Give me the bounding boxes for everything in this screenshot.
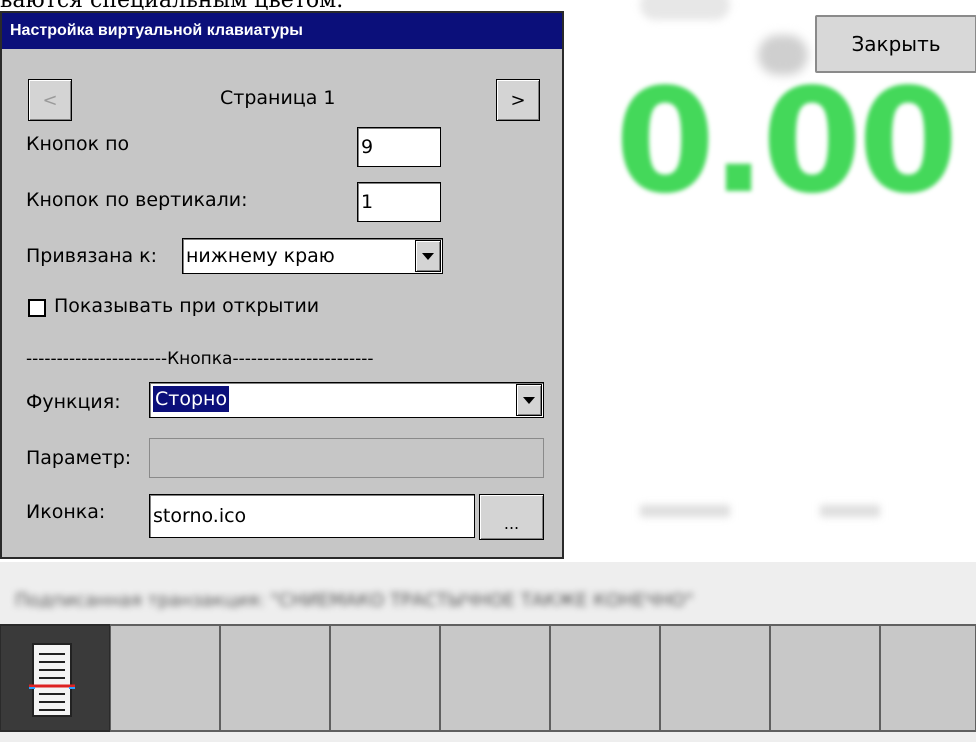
anchor-label: Привязана к: bbox=[26, 245, 158, 267]
browse-button[interactable]: ... bbox=[479, 494, 544, 540]
keyboard-settings-dialog: Настройка виртуальной клавиатуры < Стран… bbox=[0, 11, 564, 559]
keyboard-key[interactable] bbox=[550, 624, 660, 732]
buttons-vertical-label: Кнопок по вертикали: bbox=[26, 189, 248, 211]
keyboard-key-storno[interactable] bbox=[0, 624, 110, 732]
keyboard-key[interactable] bbox=[110, 624, 220, 732]
function-select-value: Сторно bbox=[153, 386, 230, 412]
buttons-per-row-label: Кнопок по bbox=[26, 133, 130, 155]
parameter-label: Параметр: bbox=[26, 447, 132, 469]
anchor-select[interactable]: нижнему краю bbox=[182, 238, 443, 274]
buttons-vertical-input[interactable]: 1 bbox=[357, 182, 441, 222]
anchor-select-value: нижнему краю bbox=[186, 245, 335, 267]
total-amount-display: 0.00 bbox=[615, 66, 958, 216]
icon-file-input[interactable]: storno.ico bbox=[149, 494, 475, 538]
document-icon bbox=[29, 643, 75, 717]
close-button[interactable]: Закрыть bbox=[815, 15, 976, 73]
blurred-element bbox=[640, 0, 730, 20]
dialog-title: Настройка виртуальной клавиатуры bbox=[2, 13, 562, 49]
next-page-button[interactable]: > bbox=[496, 79, 540, 121]
blurred-element bbox=[820, 505, 880, 517]
show-on-open-checkbox[interactable] bbox=[28, 299, 46, 317]
keyboard-key[interactable] bbox=[220, 624, 330, 732]
prev-page-button[interactable]: < bbox=[28, 79, 72, 121]
blurred-element bbox=[640, 505, 730, 517]
function-select[interactable]: Сторно bbox=[149, 382, 544, 418]
function-label: Функция: bbox=[26, 391, 121, 413]
button-section-divider: -----------------------Кнопка-----------… bbox=[26, 349, 374, 369]
parameter-input[interactable] bbox=[149, 438, 544, 478]
buttons-per-row-input[interactable]: 9 bbox=[357, 127, 441, 167]
icon-label: Иконка: bbox=[26, 501, 106, 523]
keyboard-key[interactable] bbox=[440, 624, 550, 732]
keyboard-key[interactable] bbox=[880, 624, 976, 732]
keyboard-key[interactable] bbox=[330, 624, 440, 732]
status-text: Подписанная транзакция: "СНИЕМАКО ТРАСТЫ… bbox=[15, 590, 694, 611]
keyboard-key[interactable] bbox=[660, 624, 770, 732]
keyboard-key[interactable] bbox=[770, 624, 880, 732]
chevron-down-icon[interactable] bbox=[415, 240, 441, 272]
virtual-keyboard bbox=[0, 624, 976, 732]
chevron-down-icon[interactable] bbox=[516, 384, 542, 416]
show-on-open-label: Показывать при открытии bbox=[54, 295, 320, 317]
page-indicator: Страница 1 bbox=[220, 87, 336, 109]
